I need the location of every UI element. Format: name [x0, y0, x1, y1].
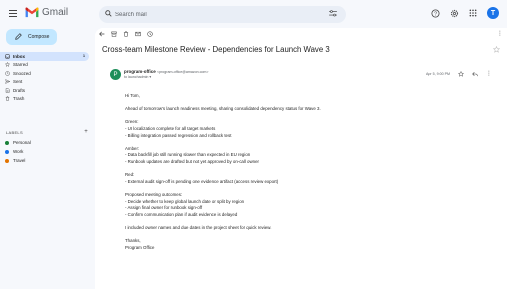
message-meta: Apr 5, 9:00 PM ⋮ [426, 70, 492, 77]
body-line: - Decide whether to keep global launch d… [125, 198, 245, 204]
sender-name[interactable]: program-office [124, 69, 156, 74]
sender-email: <program-office@amazon.com> [157, 69, 209, 74]
sidebar-item-label: Trash [13, 96, 25, 102]
body-line: - Assign final owner for runbook sign-of… [125, 205, 203, 211]
top-bar: Gmail ? T [0, 0, 507, 28]
add-label-icon[interactable]: + [84, 129, 88, 135]
settings-icon[interactable] [449, 8, 459, 18]
label-dot-icon [5, 149, 9, 154]
sidebar-item-starred[interactable]: Starred [0, 61, 92, 70]
account-avatar[interactable]: T [487, 7, 499, 19]
sidebar-nav: Inbox 1 Starred Snoozed Sent Drafts Tras… [0, 52, 92, 103]
gmail-logo[interactable]: Gmail [25, 7, 68, 18]
archive-icon[interactable] [111, 31, 117, 37]
sidebar-item-label: Starred [13, 62, 28, 68]
body-line: I included owner names and due dates in … [125, 224, 272, 230]
search-input[interactable] [115, 8, 315, 21]
body-line: Green: [125, 119, 139, 125]
body-line: - Billing integration passed regression … [125, 132, 232, 138]
sidebar-item-drafts[interactable]: Drafts [0, 86, 92, 95]
label-item-personal[interactable]: Personal [0, 138, 92, 147]
sidebar-item-trash[interactable]: Trash [0, 95, 92, 104]
labels-heading: LABELS + [6, 129, 88, 138]
sidebar-item-label: Snoozed [13, 70, 31, 76]
recipient-details[interactable]: to launchadmin ▾ [124, 75, 151, 79]
sidebar-item-inbox[interactable]: Inbox 1 [0, 52, 89, 61]
body-line: Amber: [125, 145, 140, 151]
mark-unread-icon[interactable] [135, 31, 141, 37]
top-right-icons: ? T [430, 7, 499, 19]
label-name: Work [13, 149, 24, 154]
inbox-icon [5, 54, 10, 58]
main-menu-icon[interactable] [9, 10, 17, 17]
more-options-icon[interactable]: ⋮ [497, 30, 503, 37]
sidebar-item-label: Sent [13, 79, 23, 85]
svg-text:?: ? [434, 11, 437, 17]
label-item-work[interactable]: Work [0, 147, 92, 156]
sidebar-item-label: Inbox [13, 53, 25, 59]
compose-label: Compose [28, 34, 50, 40]
search-options-icon[interactable] [329, 10, 337, 17]
label-item-travel[interactable]: Travel [0, 156, 92, 165]
sidebar-item-sent[interactable]: Sent [0, 78, 92, 87]
label-dot-icon [5, 158, 9, 163]
label-name: Personal [13, 140, 31, 145]
body-line: Proposed meeting outcomes: [125, 191, 183, 197]
message-toolbar [99, 28, 153, 40]
body-line: - Data backfill job still running slower… [125, 152, 251, 158]
email-subject: Cross-team Milestone Review - Dependenci… [102, 45, 330, 54]
sender-avatar[interactable]: P [110, 69, 121, 80]
label-name: Travel [13, 158, 26, 163]
message-view: ⋮ Cross-team Milestone Review - Dependen… [95, 28, 507, 289]
body-line: Ahead of tomorrow's launch readiness mee… [125, 106, 321, 112]
app-name: Gmail [42, 7, 69, 18]
message-more-icon[interactable]: ⋮ [486, 70, 492, 77]
search-icon[interactable] [105, 10, 112, 17]
message-star-icon[interactable] [458, 70, 464, 77]
body-line: Program Office [125, 244, 155, 250]
label-dot-icon [5, 140, 9, 145]
help-icon[interactable]: ? [430, 8, 440, 18]
sidebar-item-label: Drafts [13, 87, 26, 93]
gmail-m-icon [25, 7, 39, 18]
trash-icon [5, 96, 10, 101]
body-line: - Runbook updates are drafted but not ye… [125, 158, 259, 164]
clock-icon [5, 70, 10, 76]
back-arrow-icon[interactable] [99, 31, 105, 37]
delete-icon[interactable] [123, 31, 129, 37]
body-line: - External audit sign-off is pending one… [125, 178, 279, 184]
body-line: Thanks, [125, 238, 141, 244]
email-body: Hi Tom, Ahead of tomorrow's launch readin… [125, 93, 485, 251]
label-list: Personal Work Travel [0, 138, 92, 165]
reply-icon[interactable] [472, 71, 478, 77]
body-line: - UI localization complete for all targe… [125, 125, 216, 131]
message-date: Apr 5, 9:00 PM [426, 71, 450, 76]
labels-heading-text: LABELS [6, 130, 23, 135]
sidebar-item-snoozed[interactable]: Snoozed [0, 69, 92, 78]
send-icon [5, 79, 10, 84]
search-bar[interactable] [99, 6, 346, 23]
draft-icon [5, 87, 10, 93]
body-line: Hi Tom, [125, 93, 140, 98]
inbox-count: 1 [83, 54, 85, 59]
pencil-icon [15, 33, 22, 40]
apps-icon[interactable] [468, 8, 478, 18]
compose-button[interactable]: Compose [6, 29, 57, 45]
body-line: Red: [125, 172, 135, 178]
subject-star-icon[interactable] [493, 46, 500, 53]
star-icon [5, 62, 10, 67]
body-line: - Confirm communication plan if audit ev… [125, 211, 238, 217]
snooze-icon[interactable] [147, 31, 153, 37]
